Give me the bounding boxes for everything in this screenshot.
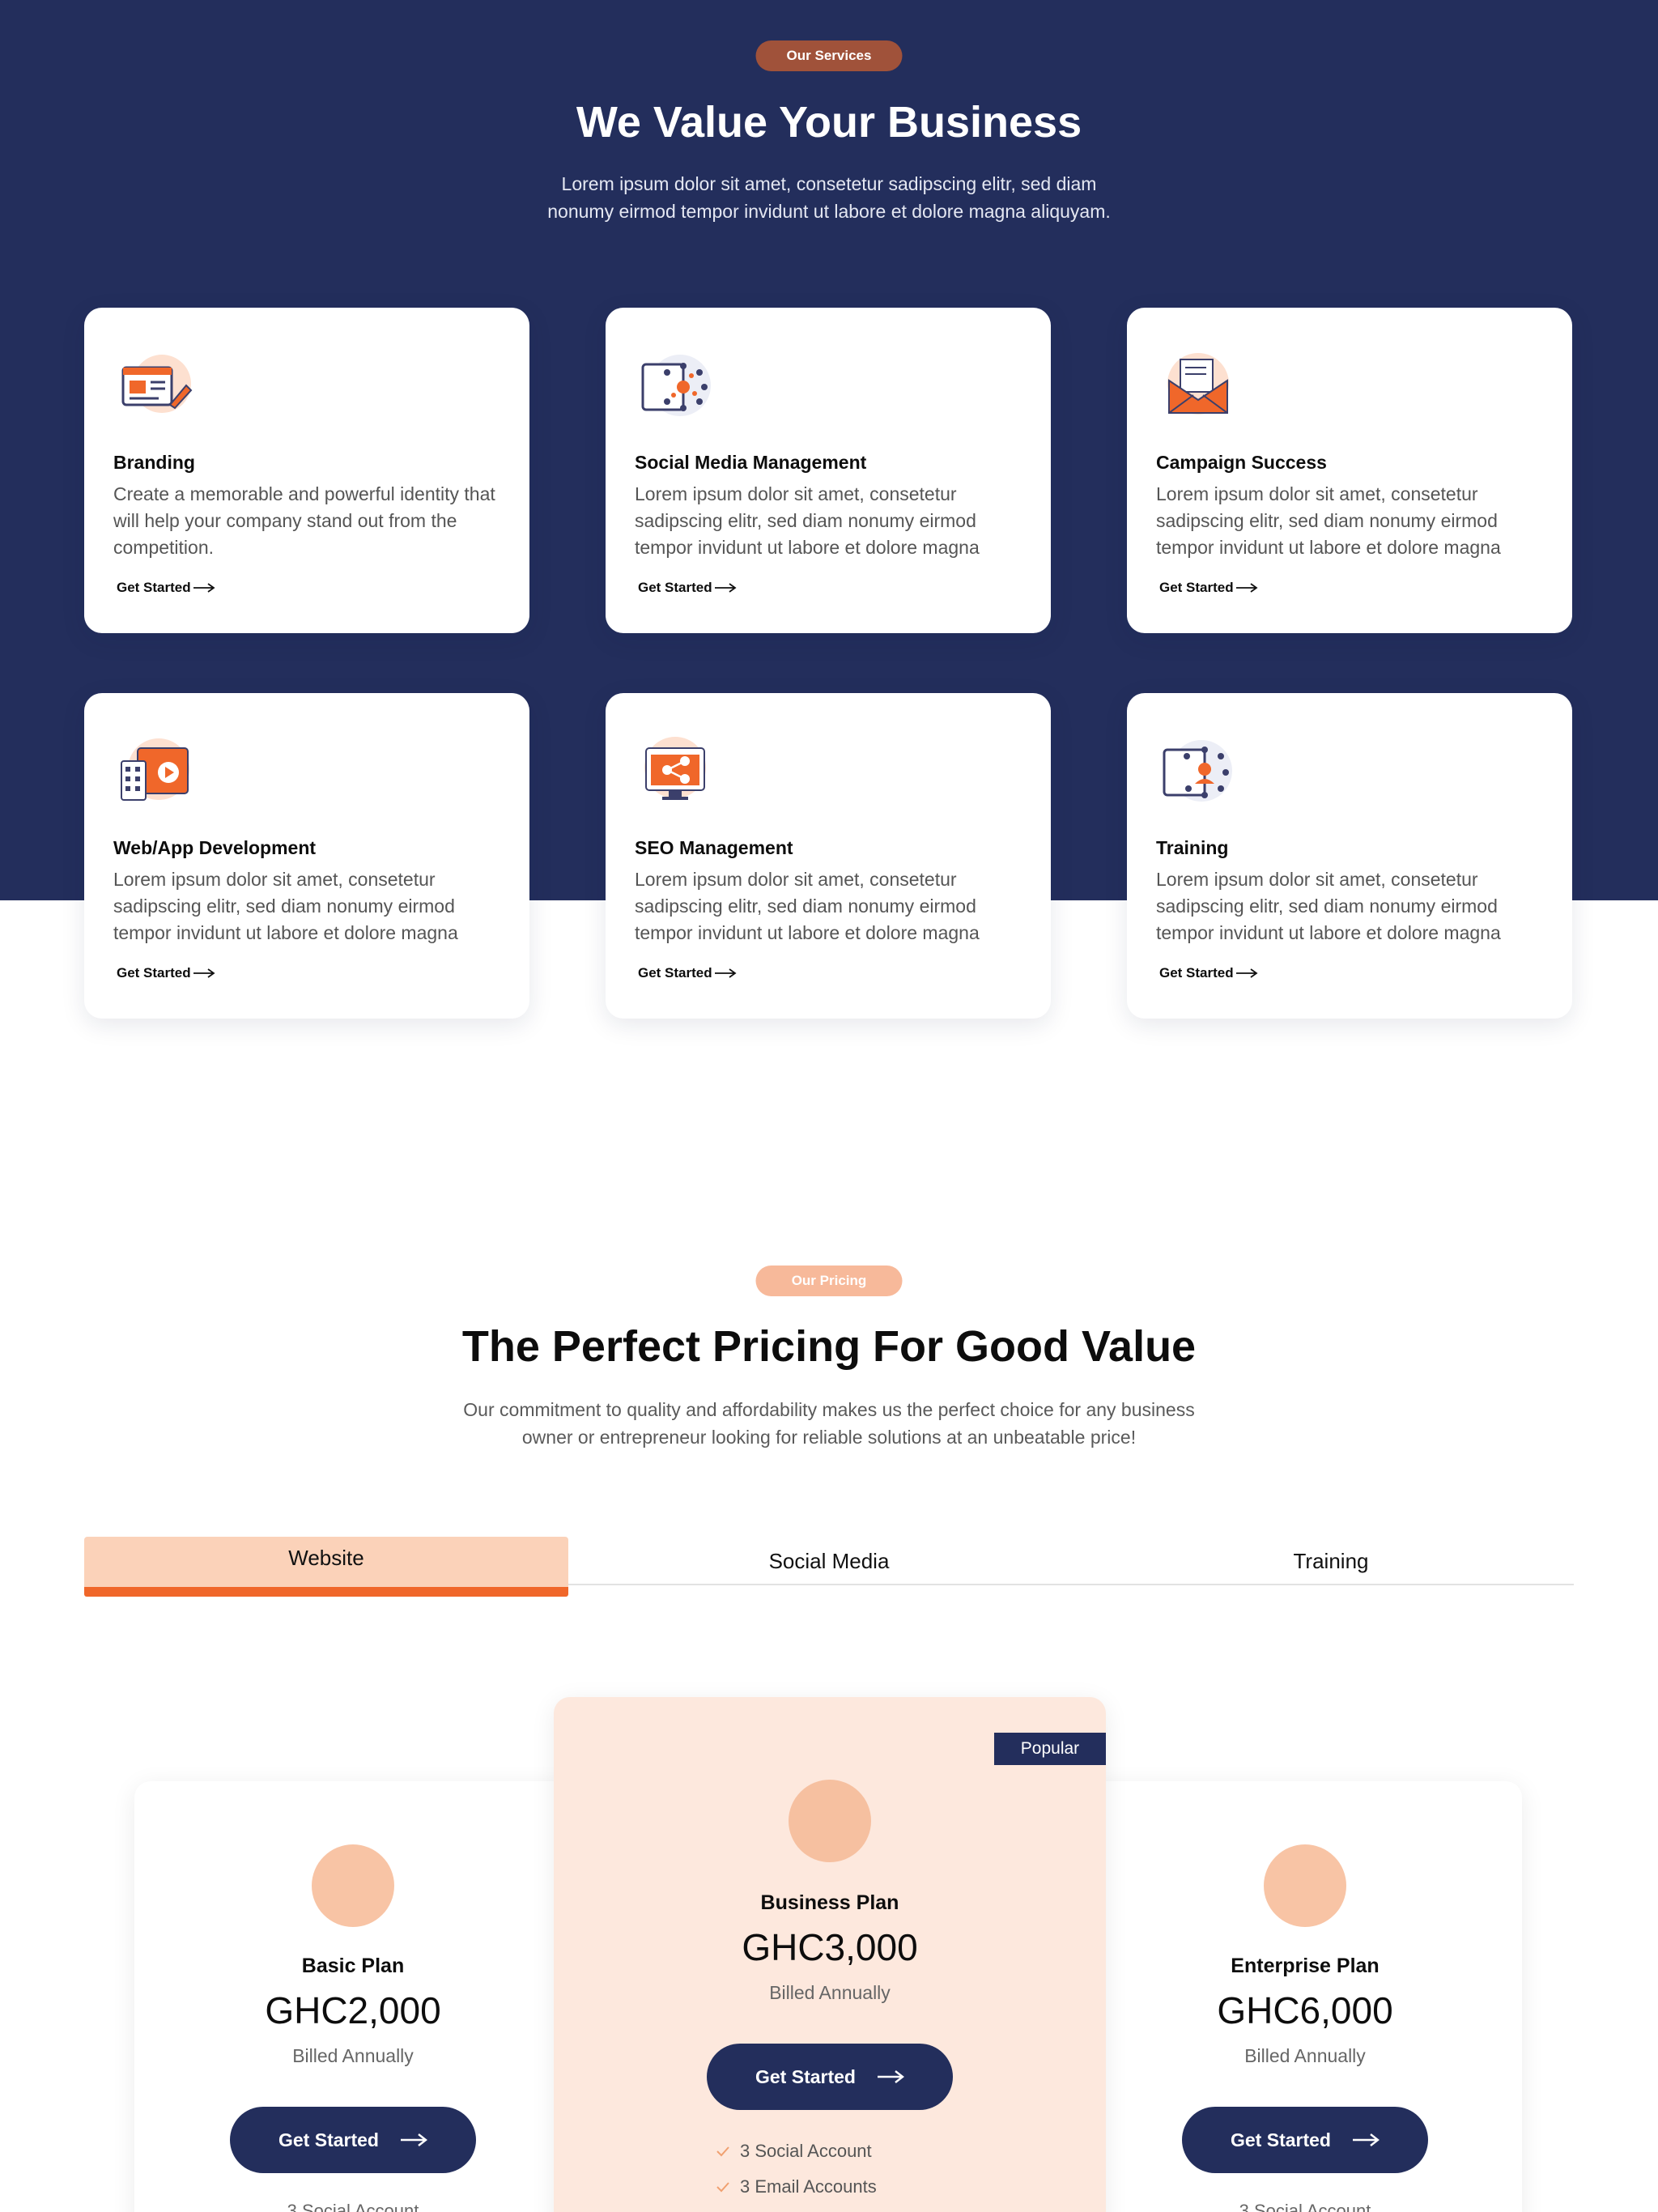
card-title: Branding — [113, 452, 195, 473]
plan-avatar — [789, 1780, 871, 1862]
get-started-link[interactable]: Get Started — [117, 580, 215, 596]
arrow-right-icon — [1235, 968, 1258, 978]
services-subtitle: Lorem ipsum dolor sit amet, consetetur s… — [547, 173, 1111, 222]
arrow-right-icon — [193, 968, 215, 978]
plan-name: Enterprise Plan — [1231, 1955, 1380, 1977]
pricing-pill: Our Pricing — [755, 1266, 903, 1296]
service-card-web-app: Web/App Development Lorem ipsum dolor si… — [84, 693, 529, 1019]
plan-feature: 3 Email Accounts — [716, 2176, 877, 2197]
service-card-campaign: Campaign Success Lorem ipsum dolor sit a… — [1127, 308, 1572, 633]
get-started-link[interactable]: Get Started — [1159, 580, 1258, 596]
card-description: Lorem ipsum dolor sit amet, consetetur s… — [635, 869, 980, 943]
pricing-tabs: Website Social Media Training — [84, 1537, 1574, 1597]
check-icon — [716, 2146, 729, 2157]
get-started-link[interactable]: Get Started — [1159, 965, 1258, 981]
plan-name: Business Plan — [760, 1891, 899, 1914]
plan-price: GHC2,000 — [265, 1989, 441, 2031]
arrow-right-icon — [193, 583, 215, 593]
card-title: Web/App Development — [113, 837, 317, 858]
plan-avatar — [1264, 1844, 1346, 1927]
card-title: SEO Management — [635, 837, 793, 858]
get-started-link[interactable]: Get Started — [117, 965, 215, 981]
arrow-right-icon — [877, 2070, 904, 2083]
share-monitor-icon — [644, 737, 706, 800]
plan-avatar — [312, 1844, 394, 1927]
get-started-link[interactable]: Get Started — [638, 965, 737, 981]
card-description: Lorem ipsum dolor sit amet, consetetur s… — [1156, 869, 1501, 943]
services-title: We Value Your Business — [576, 98, 1082, 147]
social-network-icon — [641, 355, 711, 416]
card-title: Training — [1156, 837, 1229, 858]
plan-feature: 3 Social Account — [287, 2201, 419, 2212]
card-description: Create a memorable and powerful identity… — [113, 483, 495, 558]
get-started-button[interactable]: Get Started — [707, 2044, 953, 2110]
check-icon — [716, 2182, 729, 2193]
services-pill: Our Services — [755, 40, 903, 71]
arrow-right-icon — [714, 583, 737, 593]
pricing-title: The Perfect Pricing For Good Value — [461, 1322, 1197, 1371]
arrow-right-icon — [400, 2133, 427, 2146]
arrow-right-icon — [1235, 583, 1258, 593]
card-description: Lorem ipsum dolor sit amet, consetetur s… — [635, 483, 980, 558]
arrow-right-icon — [714, 968, 737, 978]
service-card-branding: Branding Create a memorable and powerful… — [84, 308, 529, 633]
branding-illustration-icon — [121, 355, 193, 413]
service-card-training: Training Lorem ipsum dolor sit amet, con… — [1127, 693, 1572, 1019]
get-started-button[interactable]: Get Started — [230, 2107, 476, 2173]
service-card-seo: SEO Management Lorem ipsum dolor sit ame… — [606, 693, 1051, 1019]
plan-price: GHC3,000 — [742, 1926, 918, 1968]
card-description: Lorem ipsum dolor sit amet, consetetur s… — [1156, 483, 1501, 558]
arrow-right-icon — [1352, 2133, 1380, 2146]
plan-billing: Billed Annually — [769, 1982, 891, 2003]
card-title: Social Media Management — [635, 452, 867, 473]
plan-card-enterprise: Enterprise Plan GHC6,000 Billed Annually… — [1088, 1781, 1522, 2212]
people-network-icon — [1163, 740, 1232, 802]
tab-social-media[interactable]: Social Media — [586, 1537, 1072, 1585]
tab-website[interactable]: Website — [84, 1537, 568, 1597]
video-app-icon — [121, 738, 189, 801]
service-card-social-media: Social Media Management Lorem ipsum dolo… — [606, 308, 1051, 633]
plan-name: Basic Plan — [301, 1955, 405, 1977]
plan-price: GHC6,000 — [1217, 1989, 1393, 2031]
plan-feature: 3 Social Account — [716, 2141, 872, 2162]
plan-card-business: Popular Business Plan GHC3,000 Billed An… — [554, 1697, 1106, 2212]
plan-billing: Billed Annually — [292, 2045, 414, 2066]
plan-card-basic: Basic Plan GHC2,000 Billed Annually Get … — [134, 1781, 572, 2212]
pricing-subtitle: Our commitment to quality and affordabil… — [463, 1399, 1195, 1448]
get-started-link[interactable]: Get Started — [638, 580, 737, 596]
email-envelope-icon — [1167, 353, 1229, 415]
card-title: Campaign Success — [1156, 452, 1327, 473]
card-description: Lorem ipsum dolor sit amet, consetetur s… — [113, 869, 458, 943]
tab-training[interactable]: Training — [1088, 1537, 1574, 1585]
popular-badge: Popular — [994, 1733, 1106, 1765]
plan-billing: Billed Annually — [1244, 2045, 1366, 2066]
plan-feature: 3 Social Account — [1239, 2201, 1371, 2212]
get-started-button[interactable]: Get Started — [1182, 2107, 1428, 2173]
